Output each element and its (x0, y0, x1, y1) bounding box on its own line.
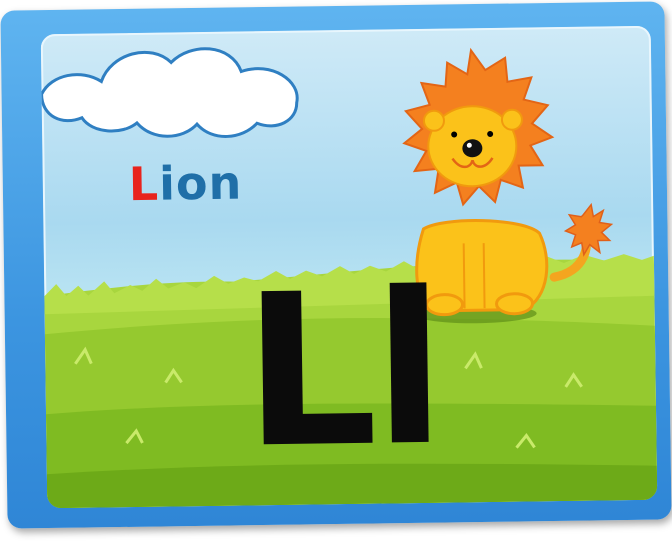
word-rest: ion (158, 155, 243, 211)
cloud-illustration (40, 47, 299, 138)
word-label: Lion (128, 155, 242, 211)
flashcard: Lion Ll (40, 25, 658, 509)
word-first-letter: L (128, 156, 160, 212)
big-letters: Ll (241, 246, 443, 495)
